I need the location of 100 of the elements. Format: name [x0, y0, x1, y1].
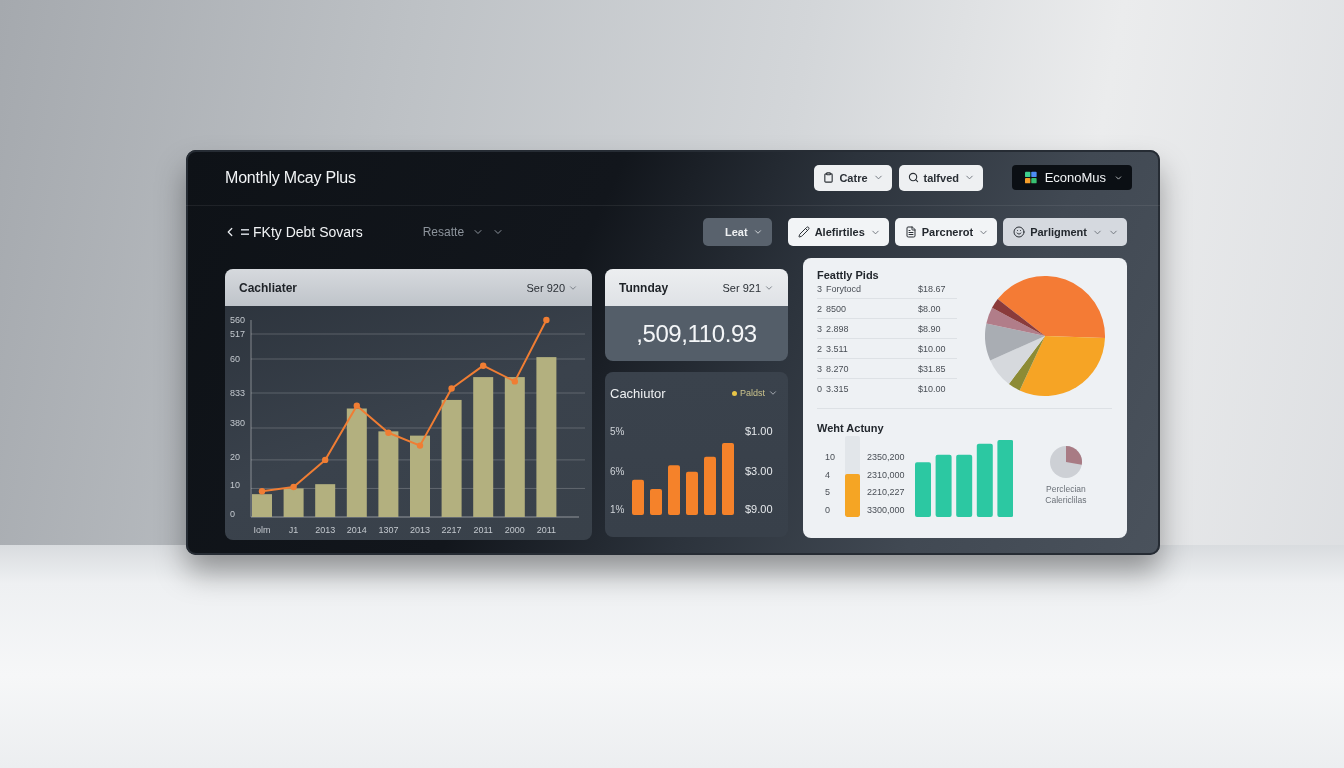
table-cell-text: 3: [817, 323, 823, 334]
header-dropdown[interactable]: talfved: [898, 164, 983, 191]
axis-label: 10: [230, 480, 240, 491]
card-title: Cachiutor: [610, 385, 666, 401]
caret-icon: [768, 388, 778, 398]
table-cell-text: $8.00: [918, 303, 942, 314]
chart-bar: [315, 484, 336, 517]
table-cell-text: $18.67: [918, 283, 947, 294]
chart-bar: [704, 456, 716, 515]
legend-dot-icon: [732, 390, 737, 396]
filter-dropdown[interactable]: Parcnerot: [894, 218, 998, 246]
axis-label: 20: [230, 451, 240, 462]
axis-label: 6%: [610, 466, 625, 477]
pie-chart-icon: [1049, 446, 1082, 478]
pencil-icon: [797, 226, 810, 238]
amount-label: $3.00: [745, 465, 773, 477]
point: [511, 378, 518, 385]
axis-label: J1: [288, 525, 299, 535]
table-cell-text: 8500: [826, 303, 848, 314]
chart-bar: [283, 488, 304, 517]
axis-label: 2014: [346, 525, 367, 535]
table-cell-text: $10.00: [918, 343, 947, 354]
table-cell-text: 3.511: [826, 343, 849, 354]
axis-label: 1%: [610, 504, 625, 515]
table-cell-text: $8.90: [918, 323, 942, 334]
point: [385, 429, 392, 436]
chart-bar: [956, 454, 973, 517]
logo-icon: [1025, 171, 1037, 184]
table-cell-text: $10.00: [918, 384, 947, 394]
axis-label: 2011: [536, 525, 557, 535]
axis-label: 5%: [610, 426, 625, 437]
chart-bar: [252, 494, 272, 517]
amount-label: $1.00: [745, 425, 773, 437]
period-dropdown[interactable]: Leat: [702, 218, 772, 246]
chart-caption: Perclecian Calericlilas: [1044, 484, 1088, 506]
table-cell-text: 2.898: [826, 323, 850, 334]
chart-bar: [632, 479, 644, 515]
workspace-switcher[interactable]: EconoMus: [1012, 165, 1132, 190]
total-value: ,509,110.93: [636, 319, 757, 348]
document-icon: [904, 226, 917, 238]
axis-label: 560: [230, 315, 246, 325]
table-cell-text: 0: [817, 384, 823, 394]
axis-label: 0: [825, 504, 830, 518]
point: [353, 402, 360, 409]
equals-icon: [241, 229, 249, 235]
search-icon: [907, 172, 919, 183]
legend-dropdown[interactable]: Paldst: [732, 388, 778, 398]
chart-bar: [650, 489, 662, 515]
amount-label: 3300,000: [867, 504, 905, 518]
axis-label: 0: [230, 509, 235, 519]
table-cell-text: 3: [817, 283, 823, 294]
axis-label: 2013: [315, 525, 336, 535]
amount-label: 2210,227: [867, 486, 905, 500]
axis-label: 2217: [441, 525, 462, 535]
table-cell-text: 2: [817, 303, 823, 314]
chart-bar: [722, 443, 734, 515]
point: [543, 316, 550, 324]
amount-label: 2310,000: [867, 468, 905, 482]
section-title: Weht Actuny: [817, 422, 885, 434]
chart-bar: [915, 462, 931, 517]
filter-dropdown[interactable]: Parligment: [1003, 218, 1127, 246]
axis-label: 2000: [504, 525, 525, 535]
axis-label: 4: [825, 468, 830, 482]
axis-label: 380: [230, 418, 246, 428]
table-cell-text: 2: [817, 343, 823, 354]
axis-label: 5: [825, 486, 830, 500]
table-cell-text: $31.85: [918, 363, 947, 374]
view-dropdown[interactable]: Resatte: [422, 225, 505, 239]
axis-label: 517: [230, 329, 246, 339]
axis-label: 60: [230, 354, 240, 364]
chart-bar: [935, 454, 952, 517]
point: [448, 385, 455, 392]
point: [258, 488, 266, 495]
header-dropdown[interactable]: Catre: [814, 164, 892, 191]
app-title: Monthly Mcay Plus: [225, 168, 357, 187]
amount-label: $9.00: [745, 503, 773, 515]
point: [416, 442, 424, 449]
filter-dropdown[interactable]: Alefirtiles: [787, 218, 889, 246]
point: [480, 362, 487, 369]
range-dropdown[interactable]: Ser 920: [526, 281, 578, 294]
range-dropdown[interactable]: Ser 921: [722, 281, 774, 294]
point: [290, 483, 297, 491]
axis-label: Iolm: [253, 525, 271, 535]
table-cell-text: 3: [817, 363, 823, 374]
smile-icon: [1013, 226, 1026, 238]
axis-label: 2011: [473, 525, 493, 535]
axis-label: 833: [230, 388, 246, 398]
axis-label: 1307: [378, 525, 399, 535]
table-cell-text: Forytocd: [826, 283, 862, 294]
table-cell-text: 3.315: [826, 384, 850, 394]
chart-bar: [686, 471, 698, 515]
card-title: Tunnday: [619, 280, 669, 295]
table-cell-text: 8.270: [826, 363, 850, 374]
page-title: FKty Debt Sovars: [253, 224, 363, 240]
amount-label: 2350,200: [867, 451, 905, 464]
card-title: Cachliater: [239, 280, 298, 295]
axis-label: 10: [825, 451, 835, 464]
table-title: Feattly Pids: [817, 269, 880, 281]
point: [322, 456, 329, 464]
clipboard-icon: [823, 172, 835, 183]
